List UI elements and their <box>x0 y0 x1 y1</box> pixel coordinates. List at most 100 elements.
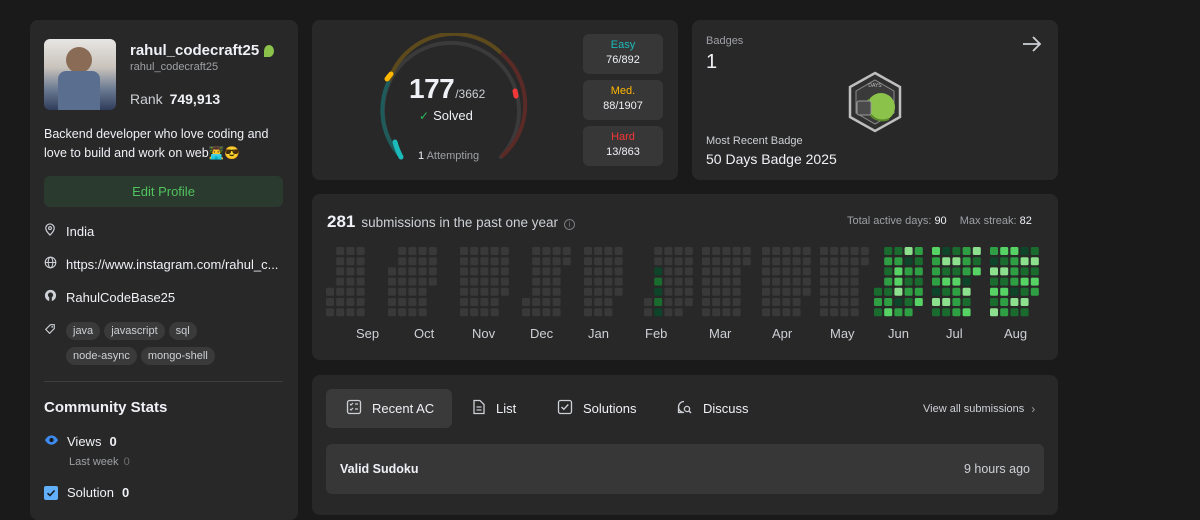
heatmap-cell[interactable] <box>428 277 437 286</box>
heatmap-cell[interactable] <box>346 277 355 286</box>
heatmap-cell[interactable] <box>894 267 903 276</box>
heatmap-cell[interactable] <box>894 257 903 266</box>
heatmap-cell[interactable] <box>884 308 893 317</box>
heatmap-cell[interactable] <box>1020 287 1029 296</box>
heatmap-cell[interactable] <box>654 267 663 276</box>
heatmap-cell[interactable] <box>408 247 417 255</box>
heatmap-cell[interactable] <box>830 247 839 255</box>
heatmap-cell[interactable] <box>336 308 345 317</box>
heatmap-cell[interactable] <box>1010 277 1019 286</box>
heatmap-cell[interactable] <box>664 247 673 255</box>
heatmap-cell[interactable] <box>356 308 365 317</box>
heatmap-cell[interactable] <box>1000 277 1009 286</box>
heatmap-cell[interactable] <box>336 277 345 286</box>
heatmap-cell[interactable] <box>1020 247 1029 255</box>
heatmap-cell[interactable] <box>552 257 561 266</box>
website-row[interactable]: https://www.instagram.com/rahul_c... <box>44 256 278 272</box>
heatmap-cell[interactable] <box>1010 287 1019 296</box>
heatmap-cell[interactable] <box>990 247 998 255</box>
heatmap-cell[interactable] <box>990 267 998 276</box>
heatmap-cell[interactable] <box>336 267 345 276</box>
heatmap-cell[interactable] <box>904 298 913 306</box>
heatmap-cell[interactable] <box>684 287 693 296</box>
heatmap-cell[interactable] <box>722 298 731 306</box>
heatmap-cell[interactable] <box>990 308 998 317</box>
heatmap-cell[interactable] <box>594 298 603 306</box>
arrow-right-icon[interactable] <box>1021 34 1043 59</box>
heatmap-cell[interactable] <box>962 267 971 276</box>
heatmap-cell[interactable] <box>470 277 479 286</box>
heatmap-cell[interactable] <box>1020 267 1029 276</box>
heatmap-cell[interactable] <box>712 257 721 266</box>
heatmap-cell[interactable] <box>594 247 603 255</box>
heatmap-cell[interactable] <box>584 298 592 306</box>
heatmap-cell[interactable] <box>542 308 551 317</box>
heatmap-cell[interactable] <box>942 257 951 266</box>
heatmap-cell[interactable] <box>428 247 437 255</box>
heatmap-cell[interactable] <box>894 287 903 296</box>
heatmap-cell[interactable] <box>460 287 468 296</box>
tag-mongo-shell[interactable]: mongo-shell <box>140 347 215 365</box>
heatmap-cell[interactable] <box>1000 267 1009 276</box>
heatmap-cell[interactable] <box>594 267 603 276</box>
heatmap-cell[interactable] <box>346 257 355 266</box>
heatmap-cell[interactable] <box>952 277 961 286</box>
heatmap-cell[interactable] <box>1030 267 1039 276</box>
heatmap-cell[interactable] <box>820 308 828 317</box>
heatmap-cell[interactable] <box>614 277 623 286</box>
heatmap-cell[interactable] <box>674 257 683 266</box>
heatmap-cell[interactable] <box>594 277 603 286</box>
heatmap-cell[interactable] <box>584 277 592 286</box>
heatmap-cell[interactable] <box>860 247 869 255</box>
heatmap-cell[interactable] <box>408 308 417 317</box>
heatmap-cell[interactable] <box>398 287 407 296</box>
heatmap-cell[interactable] <box>604 287 613 296</box>
heatmap-cell[interactable] <box>500 267 509 276</box>
heatmap-cell[interactable] <box>398 267 407 276</box>
heatmap-cell[interactable] <box>388 267 396 276</box>
heatmap-cell[interactable] <box>470 298 479 306</box>
heatmap-cell[interactable] <box>336 298 345 306</box>
heatmap-cell[interactable] <box>674 247 683 255</box>
heatmap-cell[interactable] <box>732 298 741 306</box>
heatmap-cell[interactable] <box>850 277 859 286</box>
heatmap-cell[interactable] <box>792 247 801 255</box>
heatmap-cell[interactable] <box>990 298 998 306</box>
heatmap-cell[interactable] <box>532 298 541 306</box>
heatmap-cell[interactable] <box>326 308 334 317</box>
heatmap-cell[interactable] <box>932 247 940 255</box>
heatmap-cell[interactable] <box>480 277 489 286</box>
heatmap-cell[interactable] <box>772 267 781 276</box>
heatmap-cell[interactable] <box>522 298 530 306</box>
heatmap-cell[interactable] <box>850 287 859 296</box>
heatmap-cell[interactable] <box>830 277 839 286</box>
heatmap-cell[interactable] <box>614 287 623 296</box>
heatmap-cell[interactable] <box>792 267 801 276</box>
heatmap-cell[interactable] <box>614 257 623 266</box>
heatmap-cell[interactable] <box>990 277 998 286</box>
heatmap-cell[interactable] <box>614 267 623 276</box>
heatmap-cell[interactable] <box>830 287 839 296</box>
heatmap-cell[interactable] <box>398 247 407 255</box>
heatmap-cell[interactable] <box>346 287 355 296</box>
heatmap-cell[interactable] <box>850 257 859 266</box>
heatmap-cell[interactable] <box>894 308 903 317</box>
heatmap-cell[interactable] <box>942 277 951 286</box>
heatmap-cell[interactable] <box>388 277 396 286</box>
heatmap-cell[interactable] <box>490 277 499 286</box>
heatmap-cell[interactable] <box>1000 308 1009 317</box>
heatmap-cell[interactable] <box>562 247 571 255</box>
heatmap-cell[interactable] <box>542 298 551 306</box>
heatmap-cell[interactable] <box>584 267 592 276</box>
list-item[interactable]: Valid Sudoku 9 hours ago <box>326 444 1044 494</box>
heatmap-cell[interactable] <box>762 308 770 317</box>
heatmap-cell[interactable] <box>722 257 731 266</box>
heatmap-cell[interactable] <box>702 298 710 306</box>
heatmap-cell[interactable] <box>860 257 869 266</box>
heatmap-cell[interactable] <box>840 308 849 317</box>
heatmap-cell[interactable] <box>500 247 509 255</box>
heatmap-cell[interactable] <box>792 277 801 286</box>
heatmap-cell[interactable] <box>532 247 541 255</box>
heatmap-cell[interactable] <box>782 267 791 276</box>
heatmap-cell[interactable] <box>942 247 951 255</box>
